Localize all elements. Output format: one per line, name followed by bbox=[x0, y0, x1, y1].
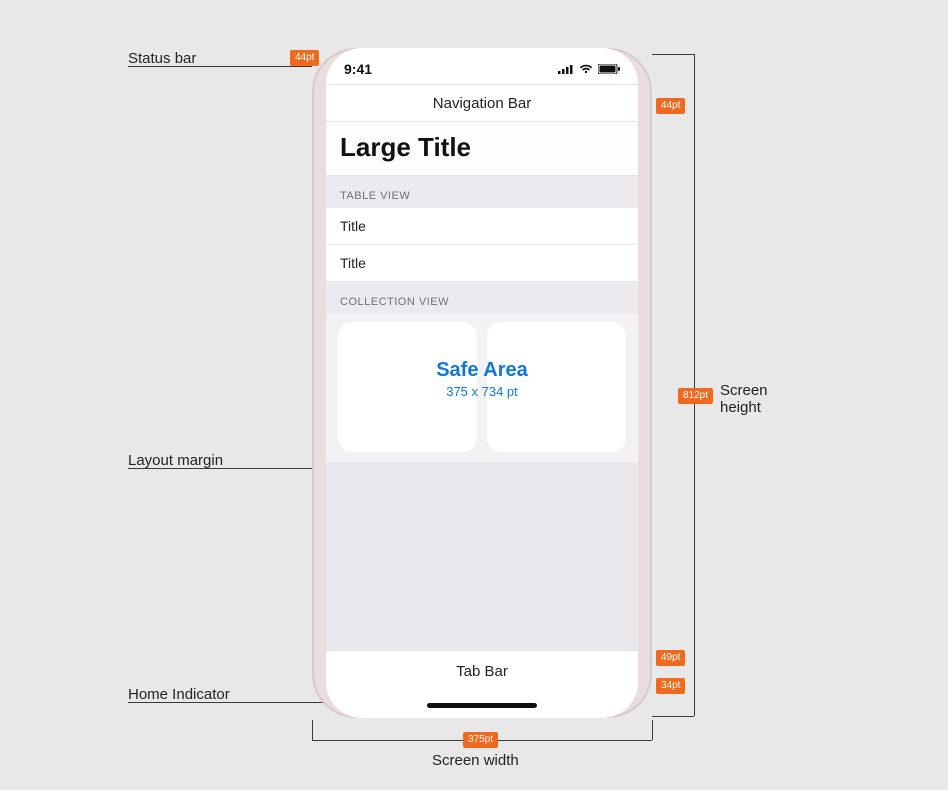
nav-title: Navigation Bar bbox=[433, 95, 531, 112]
diagram-stage: Status bar Layout margin Home Indicator … bbox=[0, 0, 948, 790]
label-layout-margin: Layout margin bbox=[128, 452, 223, 469]
status-time: 9:41 bbox=[344, 61, 372, 77]
label-home-indicator: Home Indicator bbox=[128, 686, 230, 703]
tag-home-height: 34pt bbox=[656, 678, 685, 694]
large-title: Large Title bbox=[340, 132, 471, 162]
navigation-bar: Navigation Bar bbox=[326, 84, 638, 122]
tag-screen-width: 375pt bbox=[463, 732, 498, 748]
collection-card[interactable] bbox=[487, 322, 626, 452]
phone-screen: 9:41 Navigation Bar Large Title TABLE VI… bbox=[326, 48, 638, 718]
large-title-row: Large Title bbox=[326, 122, 638, 176]
leader-line bbox=[312, 720, 313, 740]
collection-card[interactable] bbox=[338, 322, 477, 452]
home-indicator-row bbox=[326, 692, 638, 718]
leader-line bbox=[694, 54, 695, 716]
wifi-icon bbox=[579, 64, 593, 74]
tag-status-height: 44pt bbox=[290, 50, 319, 66]
tag-nav-height: 44pt bbox=[656, 98, 685, 114]
table-row[interactable]: Title bbox=[326, 245, 638, 282]
status-bar: 9:41 bbox=[326, 48, 638, 84]
collection-view: Safe Area 375 x 734 pt bbox=[326, 314, 638, 462]
label-screen-height: Screen height bbox=[720, 382, 800, 416]
table-section-header: TABLE VIEW bbox=[326, 176, 638, 208]
content-spacer bbox=[326, 462, 638, 650]
home-indicator[interactable] bbox=[427, 703, 537, 708]
tab-bar-label: Tab Bar bbox=[456, 663, 508, 680]
leader-line bbox=[652, 54, 694, 55]
signal-icon bbox=[558, 64, 574, 74]
tag-screen-height: 812pt bbox=[678, 388, 713, 404]
tab-bar[interactable]: Tab Bar bbox=[326, 650, 638, 692]
status-icons bbox=[558, 64, 620, 74]
table-row[interactable]: Title bbox=[326, 208, 638, 245]
label-screen-width: Screen width bbox=[432, 752, 519, 769]
leader-line bbox=[652, 716, 694, 717]
label-status-bar: Status bar bbox=[128, 50, 196, 67]
collection-section-header: COLLECTION VIEW bbox=[326, 282, 638, 314]
battery-icon bbox=[598, 64, 620, 74]
leader-line bbox=[652, 720, 653, 740]
phone-frame: 9:41 Navigation Bar Large Title TABLE VI… bbox=[312, 48, 652, 718]
tag-tab-height: 49pt bbox=[656, 650, 685, 666]
